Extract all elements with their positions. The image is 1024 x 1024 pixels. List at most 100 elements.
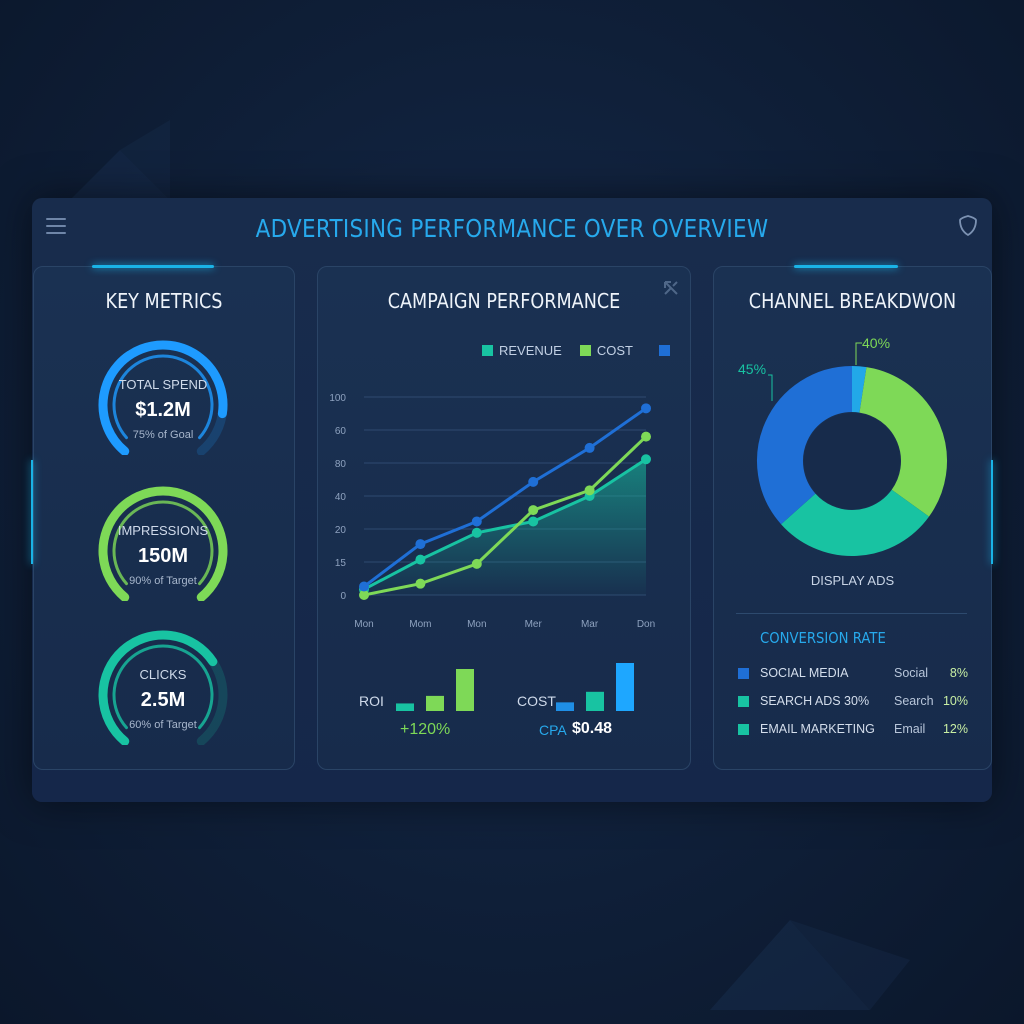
row-name: SEARCH ADS 30% — [760, 694, 870, 708]
shield-icon[interactable] — [958, 214, 978, 238]
data-point[interactable] — [641, 454, 651, 465]
data-point[interactable] — [415, 554, 426, 565]
donut-segment[interactable] — [851, 366, 867, 413]
row-name: EMAIL MARKETING — [760, 722, 875, 736]
expand-icon[interactable] — [662, 279, 680, 297]
legend-label-cost: COST — [596, 343, 633, 358]
data-point[interactable] — [471, 527, 482, 538]
gauge-label: CLICKS — [139, 667, 187, 682]
channel-breakdown-panel: CHANNEL BREAKDWON 45% 40% DISPLAY ADS CO… — [713, 265, 992, 770]
donut-leader-top — [855, 342, 862, 365]
gauge-value: 150M — [137, 545, 189, 567]
cpa-value: $0.48 — [572, 720, 613, 737]
row-pct: 8% — [949, 666, 968, 680]
data-point[interactable] — [584, 485, 595, 496]
gauge-total-spend[interactable]: TOTAL SPEND $1.2M 75% of Goal — [92, 335, 234, 455]
gauge-label: TOTAL SPEND — [118, 377, 208, 392]
x-tick-label: Mon — [467, 619, 486, 630]
x-tick-label: Don — [637, 619, 655, 630]
gauge-subtext: 90% of Target — [129, 575, 197, 587]
mini-bar — [586, 691, 604, 711]
chart-legend: REVENUE COST — [482, 343, 670, 358]
row-pct: 12% — [942, 722, 968, 736]
y-tick-label: 0 — [340, 591, 346, 602]
row-name: SOCIAL MEDIA — [760, 666, 849, 680]
y-tick-label: 80 — [335, 459, 347, 470]
channel-donut-chart — [757, 366, 947, 556]
cost-bar-chart — [556, 663, 634, 711]
mini-bar — [556, 702, 574, 711]
row-swatch — [738, 668, 749, 679]
x-tick-label: Mer — [525, 619, 543, 630]
data-point[interactable] — [471, 516, 482, 527]
campaign-line-chart: 0 15 20 40 80 60 100 Mon Mom Mon Mer Mar Don — [329, 393, 655, 630]
campaign-performance-panel: CAMPAIGN PERFORMANCE REVENUE COST 0 15 20 4… — [317, 266, 691, 770]
gauge-impressions[interactable]: IMPRESSIONS 150M 90% of Target — [92, 481, 234, 601]
mini-bar — [616, 663, 634, 711]
data-point[interactable] — [584, 442, 595, 453]
conversion-rate-title: CONVERSION RATE — [760, 629, 886, 647]
legend-swatch-third — [658, 345, 670, 356]
y-tick-label: 100 — [329, 393, 346, 404]
gauge-subtext: 75% of Goal — [132, 429, 194, 441]
gauge-clicks[interactable]: CLICKS 2.5M 60% of Target — [92, 625, 234, 745]
data-point[interactable] — [359, 581, 369, 592]
mini-bar — [396, 703, 414, 711]
gauge-value: $1.2M — [135, 399, 191, 421]
donut-hole — [804, 413, 900, 509]
row-swatch — [738, 724, 749, 735]
gauge-value: 2.5M — [140, 689, 186, 711]
row-short: Search — [894, 694, 934, 708]
data-point[interactable] — [528, 505, 539, 516]
donut-leader-left — [768, 374, 773, 401]
row-pct: 10% — [942, 694, 968, 708]
background-decoration — [710, 920, 910, 1010]
menu-icon[interactable] — [46, 218, 66, 234]
panel-divider — [736, 613, 967, 614]
gauge-inner-ring — [112, 500, 214, 586]
conversion-row-email[interactable]: EMAIL MARKETING Email 12% — [738, 721, 968, 739]
row-short: Email — [894, 722, 926, 736]
row-short: Social — [894, 666, 929, 680]
roi-value: +120% — [400, 721, 451, 738]
mini-bar — [426, 695, 444, 711]
data-point[interactable] — [415, 539, 426, 550]
donut-caption: DISPLAY ADS — [810, 573, 895, 588]
donut-label-top: 40% — [862, 335, 891, 351]
mini-bar — [456, 669, 474, 711]
y-tick-label: 60 — [335, 426, 347, 437]
key-metrics-title: KEY METRICS — [105, 289, 223, 313]
data-point[interactable] — [641, 431, 651, 442]
panel-accent — [794, 265, 898, 268]
y-tick-label: 15 — [335, 558, 347, 569]
data-point[interactable] — [471, 558, 482, 569]
data-point[interactable] — [528, 516, 539, 527]
y-tick-label: 40 — [335, 492, 347, 503]
row-swatch — [738, 696, 749, 707]
gauge-subtext: 60% of Target — [129, 719, 197, 731]
dashboard-window: ADVERTISING PERFORMANCE OVER OVERVIEW KE… — [31, 198, 993, 802]
cpa-label: CPA — [539, 722, 567, 738]
conversion-row-social[interactable]: SOCIAL MEDIA Social 8% — [738, 665, 968, 683]
data-point[interactable] — [641, 403, 651, 414]
x-tick-label: Mom — [409, 619, 431, 630]
gauge-inner-ring — [112, 354, 214, 440]
x-tick-label: Mar — [581, 619, 599, 630]
donut-label-left: 45% — [738, 361, 767, 377]
legend-swatch-revenue — [482, 345, 493, 356]
data-point[interactable] — [415, 578, 426, 589]
gauge-label: IMPRESSIONS — [117, 523, 209, 538]
edge-accent-left — [31, 460, 33, 564]
edge-accent-right — [991, 460, 993, 564]
conversion-row-search[interactable]: SEARCH ADS 30% Search 10% — [738, 693, 968, 711]
legend-label-revenue: REVENUE — [499, 343, 562, 358]
y-tick-label: 20 — [335, 525, 347, 536]
panel-accent — [92, 265, 214, 268]
x-tick-label: Mon — [354, 619, 373, 630]
gauge-inner-ring — [112, 644, 214, 730]
key-metrics-panel: KEY METRICS TOTAL SPEND $1.2M 75% of Goa… — [33, 265, 295, 770]
legend-swatch-cost — [579, 345, 591, 356]
data-point[interactable] — [528, 476, 539, 487]
background-decoration — [70, 120, 170, 200]
roi-bar-chart — [396, 669, 474, 711]
